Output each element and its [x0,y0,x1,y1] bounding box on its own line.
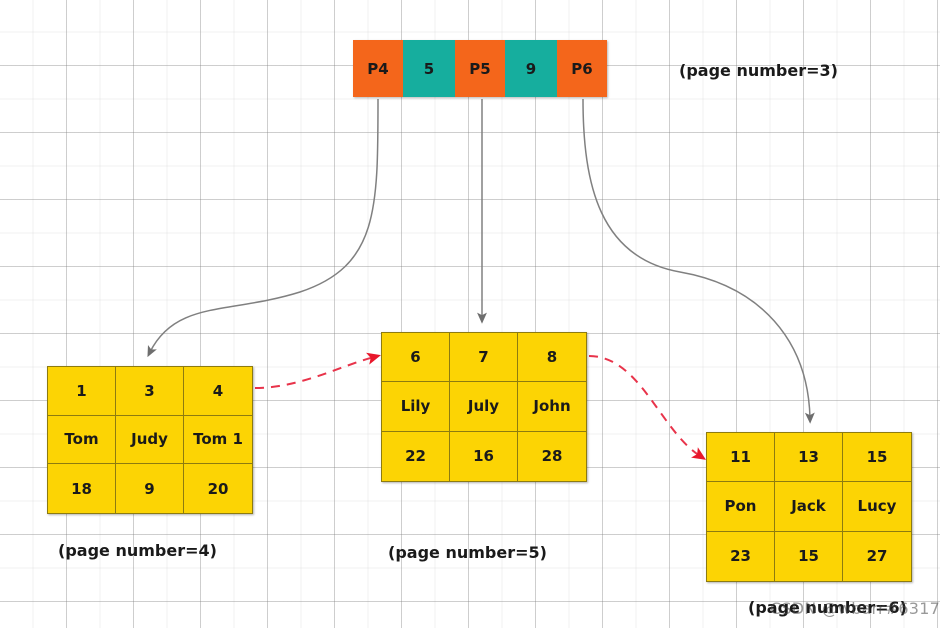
leaf4-r0-c1[interactable]: 3 [116,367,184,416]
leaf5-r0-c2[interactable]: 8 [518,333,586,383]
leaf4-r1-c0[interactable]: Tom [48,415,116,465]
leaf-node-page-4[interactable]: 1 3 4 Tom Judy Tom 1 18 9 20 [47,366,253,514]
watermark: CSDN @wbarr#6317 [770,599,940,618]
leaf4-r1-c1[interactable]: Judy [116,415,184,465]
leaf6-r1-c1[interactable]: Jack [775,482,843,532]
leaf5-r2-c1[interactable]: 16 [450,431,518,481]
leaf-node-page-5[interactable]: 6 7 8 Lily July John 22 16 28 [381,332,587,482]
leaf6-r2-c2[interactable]: 27 [843,532,911,581]
page-label-5: (page number=5) [388,543,547,562]
leaf4-r2-c1[interactable]: 9 [116,464,184,513]
leaf6-r0-c1[interactable]: 13 [775,433,843,483]
leaf6-r1-c0[interactable]: Pon [707,482,775,532]
root-cell-key-1[interactable]: 5 [403,40,455,97]
leaf4-r2-c0[interactable]: 18 [48,464,116,513]
root-cell-pointer-p6[interactable]: P6 [557,40,607,97]
leaf4-r0-c2[interactable]: 4 [184,367,252,416]
leaf5-r1-c0[interactable]: Lily [382,382,450,432]
page-label-3: (page number=3) [679,61,838,80]
leaf6-r0-c0[interactable]: 11 [707,433,775,483]
page-label-4: (page number=4) [58,541,217,560]
root-cell-key-2[interactable]: 9 [505,40,557,97]
leaf5-r1-c2[interactable]: John [518,382,586,432]
leaf5-r1-c1[interactable]: July [450,382,518,432]
leaf5-r0-c1[interactable]: 7 [450,333,518,383]
leaf4-r2-c2[interactable]: 20 [184,464,252,513]
leaf5-r0-c0[interactable]: 6 [382,333,450,383]
leaf6-r2-c1[interactable]: 15 [775,531,843,581]
leaf6-r1-c2[interactable]: Lucy [843,482,911,532]
root-cell-pointer-p4[interactable]: P4 [353,40,403,97]
leaf4-r1-c2[interactable]: Tom 1 [184,416,252,465]
leaf-node-page-6[interactable]: 11 13 15 Pon Jack Lucy 23 15 27 [706,432,912,582]
leaf6-r2-c0[interactable]: 23 [707,531,775,581]
internal-node-page-3[interactable]: P4 5 P5 9 P6 [353,40,607,97]
root-cell-pointer-p5[interactable]: P5 [455,40,505,97]
leaf6-r0-c2[interactable]: 15 [843,433,911,483]
leaf5-r2-c0[interactable]: 22 [382,431,450,481]
leaf4-r0-c0[interactable]: 1 [48,367,116,416]
leaf5-r2-c2[interactable]: 28 [518,432,586,481]
